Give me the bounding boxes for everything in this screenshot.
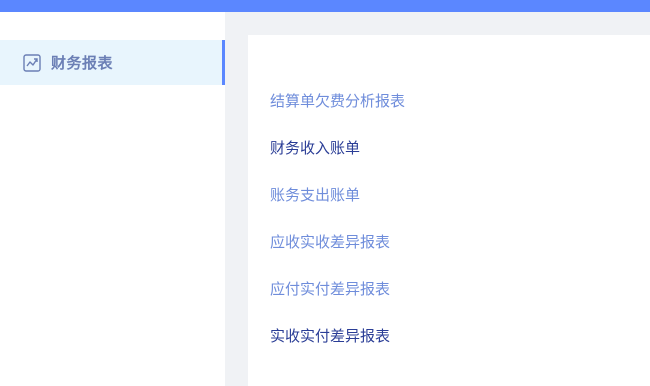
report-link-list: 结算单欠费分析报表 财务收入账单 账务支出账单 应收实收差异报表 应付实付差异报… [270, 91, 405, 373]
chart-trend-icon [22, 53, 42, 73]
report-link-settlement-arrears[interactable]: 结算单欠费分析报表 [270, 91, 405, 138]
app-page: 财务报表 结算单欠费分析报表 财务收入账单 账务支出账单 应收实收差异报表 应付… [0, 0, 650, 386]
report-link-receivable-diff[interactable]: 应收实收差异报表 [270, 232, 405, 279]
report-link-account-expenditure[interactable]: 账务支出账单 [270, 185, 405, 232]
sidebar-item-label: 财务报表 [51, 54, 114, 72]
sidebar-item-financial-reports[interactable]: 财务报表 [0, 40, 225, 85]
report-link-received-paid-diff[interactable]: 实收实付差异报表 [270, 326, 405, 373]
report-panel: 结算单欠费分析报表 财务收入账单 账务支出账单 应收实收差异报表 应付实付差异报… [248, 35, 650, 386]
sidebar: 财务报表 [0, 12, 225, 386]
report-link-financial-income[interactable]: 财务收入账单 [270, 138, 405, 185]
report-link-payable-diff[interactable]: 应付实付差异报表 [270, 279, 405, 326]
top-bar [0, 0, 650, 12]
